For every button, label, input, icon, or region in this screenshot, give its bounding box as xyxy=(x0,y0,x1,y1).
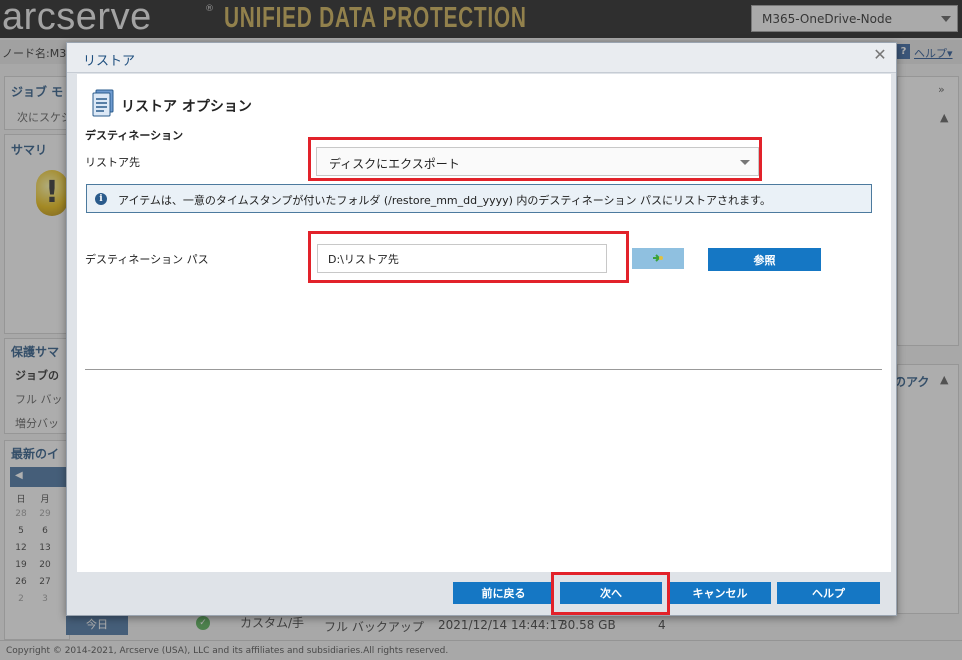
validate-path-button[interactable] xyxy=(632,248,684,269)
cancel-button[interactable]: キャンセル xyxy=(669,582,771,604)
browse-button[interactable]: 参照 xyxy=(708,248,821,271)
restore-options-heading: リストア オプション xyxy=(121,99,252,115)
info-text: アイテムは、一意のタイムスタンプが付いたフォルダ (/restore_mm_dd… xyxy=(118,194,771,207)
restore-to-value: ディスクにエクスポート xyxy=(329,157,460,171)
restore-to-dropdown[interactable]: ディスクにエクスポート xyxy=(316,147,759,176)
chevron-down-icon xyxy=(740,160,750,165)
dialog-body: リストア オプション デスティネーション リストア先 ディスクにエクスポート i… xyxy=(77,74,891,572)
dialog-title: リストア xyxy=(83,54,136,69)
info-message: i アイテムは、一意のタイムスタンプが付いたフォルダ (/restore_mm_… xyxy=(86,184,872,213)
destination-path-input[interactable] xyxy=(317,244,607,273)
destination-path-label: デスティネーション パス xyxy=(85,253,209,266)
green-arrow-icon xyxy=(653,254,663,262)
destination-subheading: デスティネーション xyxy=(85,129,184,142)
help-button[interactable]: ヘルプ xyxy=(777,582,880,604)
dialog-titlebar: リストア ✕ xyxy=(67,43,896,73)
section-divider xyxy=(85,369,882,370)
restore-to-label: リストア先 xyxy=(85,156,140,169)
back-button[interactable]: 前に戻る xyxy=(453,582,554,604)
info-icon: i xyxy=(95,193,107,205)
document-options-icon xyxy=(92,89,114,117)
close-icon[interactable]: ✕ xyxy=(872,47,888,63)
restore-dialog: リストア ✕ リストア オプション デスティネーション リストア先 ディスクにエ… xyxy=(66,42,897,616)
next-button[interactable]: 次へ xyxy=(560,582,662,604)
